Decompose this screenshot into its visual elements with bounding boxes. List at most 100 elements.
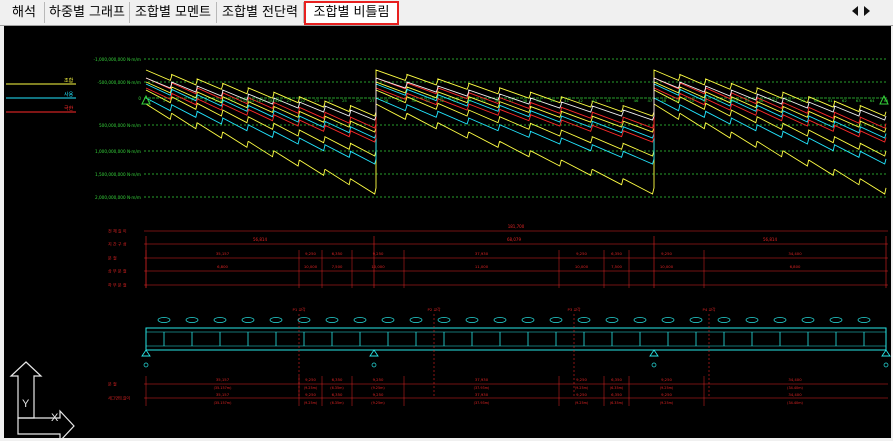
section-marker-icon bbox=[829, 317, 843, 323]
node-label: 59 bbox=[800, 98, 805, 103]
bearing-roller-icon bbox=[371, 362, 377, 368]
girder-dim-sub: (6.35m) bbox=[610, 386, 624, 390]
segment-sub-value: 10,000 bbox=[371, 264, 385, 269]
node-label: 22 bbox=[300, 98, 305, 103]
node-label: 38 bbox=[523, 98, 528, 103]
girder-dim-value: 9,250 bbox=[661, 377, 672, 382]
curve-combo-mid bbox=[145, 81, 887, 133]
girder-dim-value: 9,250 bbox=[576, 392, 587, 397]
node-label: 50 bbox=[689, 98, 694, 103]
section-marker-icon bbox=[353, 317, 367, 323]
y-tick-label: 2,000,000,000 N·m/m bbox=[95, 195, 141, 200]
tab-combo-moment[interactable]: 조합별 모멘트 bbox=[130, 2, 217, 23]
chart-grid: -1,000,000,000 N·m/m -500,000,000 N·m/m 0 5… bbox=[93, 57, 888, 200]
girder-dim-value: 6,350 bbox=[332, 392, 343, 397]
pier-label: P3 교각 bbox=[568, 307, 581, 312]
bearing-roller-icon bbox=[651, 362, 657, 368]
girder-dim-sub: (9.25m) bbox=[304, 386, 318, 390]
segment-length-value: 34,400 bbox=[788, 251, 802, 256]
segment-length-value: 6,350 bbox=[332, 251, 343, 256]
tab-load-graph[interactable]: 하중별 그래프 bbox=[45, 2, 130, 23]
section-marker-icon bbox=[325, 317, 339, 323]
axis-x-label: X bbox=[51, 412, 59, 424]
total-length-value: 181,700 bbox=[508, 224, 525, 229]
segment-sub-value: 10,000 bbox=[660, 264, 674, 269]
axis-y-label: Y bbox=[22, 398, 30, 410]
node-label: 40 bbox=[550, 98, 555, 103]
triangle-left-icon[interactable] bbox=[852, 6, 858, 16]
segment-sub-value: 11,000 bbox=[475, 264, 489, 269]
girder-dim-sub: (9.25m) bbox=[660, 386, 674, 390]
node-label: 41 bbox=[564, 98, 569, 103]
girder-dim-sub: (6.35m) bbox=[330, 401, 344, 405]
node-label: 131415 bbox=[240, 98, 255, 103]
node-label: 61 bbox=[828, 98, 833, 103]
section-marker-icon bbox=[661, 317, 675, 323]
section-marker-icon bbox=[465, 317, 479, 323]
torsion-diagram-viewport[interactable]: 조합 사용 극한 -1,000,000,000 N·m/m -500,000,00… bbox=[4, 26, 891, 438]
y-tick-label: 1,000,000,000 N·m/m bbox=[95, 149, 141, 154]
curve-service bbox=[145, 83, 887, 139]
section-marker-icon bbox=[381, 317, 395, 323]
girder-dim-sub: (35.157m) bbox=[214, 386, 232, 390]
node-label: 29 bbox=[398, 98, 403, 103]
girder-dim-sub: (9.25m) bbox=[660, 401, 674, 405]
section-marker-icon bbox=[689, 317, 703, 323]
dim-row-label: 전 체 길 이 bbox=[108, 228, 127, 234]
girder-dim-sub: (6.35m) bbox=[330, 386, 344, 390]
section-marker-icon bbox=[633, 317, 647, 323]
node-label: 36 bbox=[495, 98, 500, 103]
bearing-icon bbox=[649, 349, 659, 357]
node-label: 48 bbox=[661, 98, 666, 103]
tab-combo-shear[interactable]: 조합별 전단력 bbox=[217, 2, 304, 23]
node-label: 23 bbox=[314, 98, 319, 103]
y-tick-label: 1,500,000,000 N·m/m bbox=[95, 172, 141, 177]
triangle-right-icon[interactable] bbox=[864, 6, 870, 16]
girder-dim-value: 9,250 bbox=[661, 392, 672, 397]
node-label: 60 bbox=[814, 98, 819, 103]
section-marker-icon bbox=[297, 317, 311, 323]
legend-label-combo: 조합 bbox=[64, 77, 74, 84]
segment-sub-value: 7,500 bbox=[611, 264, 622, 269]
pier-label: P1 교각 bbox=[293, 307, 306, 312]
segment-length-value: 6,350 bbox=[611, 251, 622, 256]
node-label: 7 bbox=[190, 98, 193, 103]
bearing-roller-icon bbox=[883, 362, 889, 368]
tab-analysis[interactable]: 해석 bbox=[4, 2, 45, 23]
segment-length-value: 37,930 bbox=[475, 251, 489, 256]
y-tick-label: -1,000,000,000 N·m/m bbox=[93, 57, 141, 62]
node-label: 56 bbox=[759, 98, 764, 103]
node-label: 32 bbox=[439, 98, 444, 103]
section-marker-icon bbox=[577, 317, 591, 323]
node-label: 47 bbox=[648, 98, 653, 103]
dim-row-label: 하 부 분 절 bbox=[108, 282, 127, 288]
node-label: 9 bbox=[204, 98, 207, 103]
node-label: 21 bbox=[286, 98, 291, 103]
girder-dim-value: 34,400 bbox=[788, 392, 802, 397]
girder-row-label: 분 절 bbox=[108, 381, 117, 387]
segment-sub-value: 6,800 bbox=[790, 264, 801, 269]
span-length-value: 56,814 bbox=[253, 237, 267, 242]
section-marker-icon bbox=[437, 317, 451, 323]
node-label: 44 bbox=[606, 98, 611, 103]
dim-row-label: 분 절 bbox=[108, 255, 117, 261]
girder-outline bbox=[145, 327, 887, 351]
span-length-value: 56,814 bbox=[763, 237, 777, 242]
node-label: 25 bbox=[342, 98, 347, 103]
girder-dim-sub: (34.40m) bbox=[787, 401, 803, 405]
node-label: 5354 bbox=[728, 98, 738, 103]
node-label: 35 bbox=[481, 98, 486, 103]
node-label: 28 bbox=[384, 98, 389, 103]
bearing-icon bbox=[141, 349, 151, 357]
node-label: 52 bbox=[717, 98, 722, 103]
dimension-table: 전 체 길 이지 간 구 성분 절상 부 분 절하 부 분 절 181,700 56… bbox=[108, 224, 888, 288]
girder-dim-value: 9,250 bbox=[373, 377, 384, 382]
torsion-diagram-canvas: 조합 사용 극한 -1,000,000,000 N·m/m -500,000,00… bbox=[6, 57, 891, 438]
node-label: 51 bbox=[703, 98, 708, 103]
section-marker-icon bbox=[269, 317, 283, 323]
tab-combo-torsion[interactable]: 조합별 비틀림 bbox=[304, 1, 399, 25]
node-label: 39 bbox=[536, 98, 541, 103]
node-label: 37 bbox=[509, 98, 514, 103]
section-marker-icon bbox=[213, 317, 227, 323]
node-label: 33 bbox=[453, 98, 458, 103]
